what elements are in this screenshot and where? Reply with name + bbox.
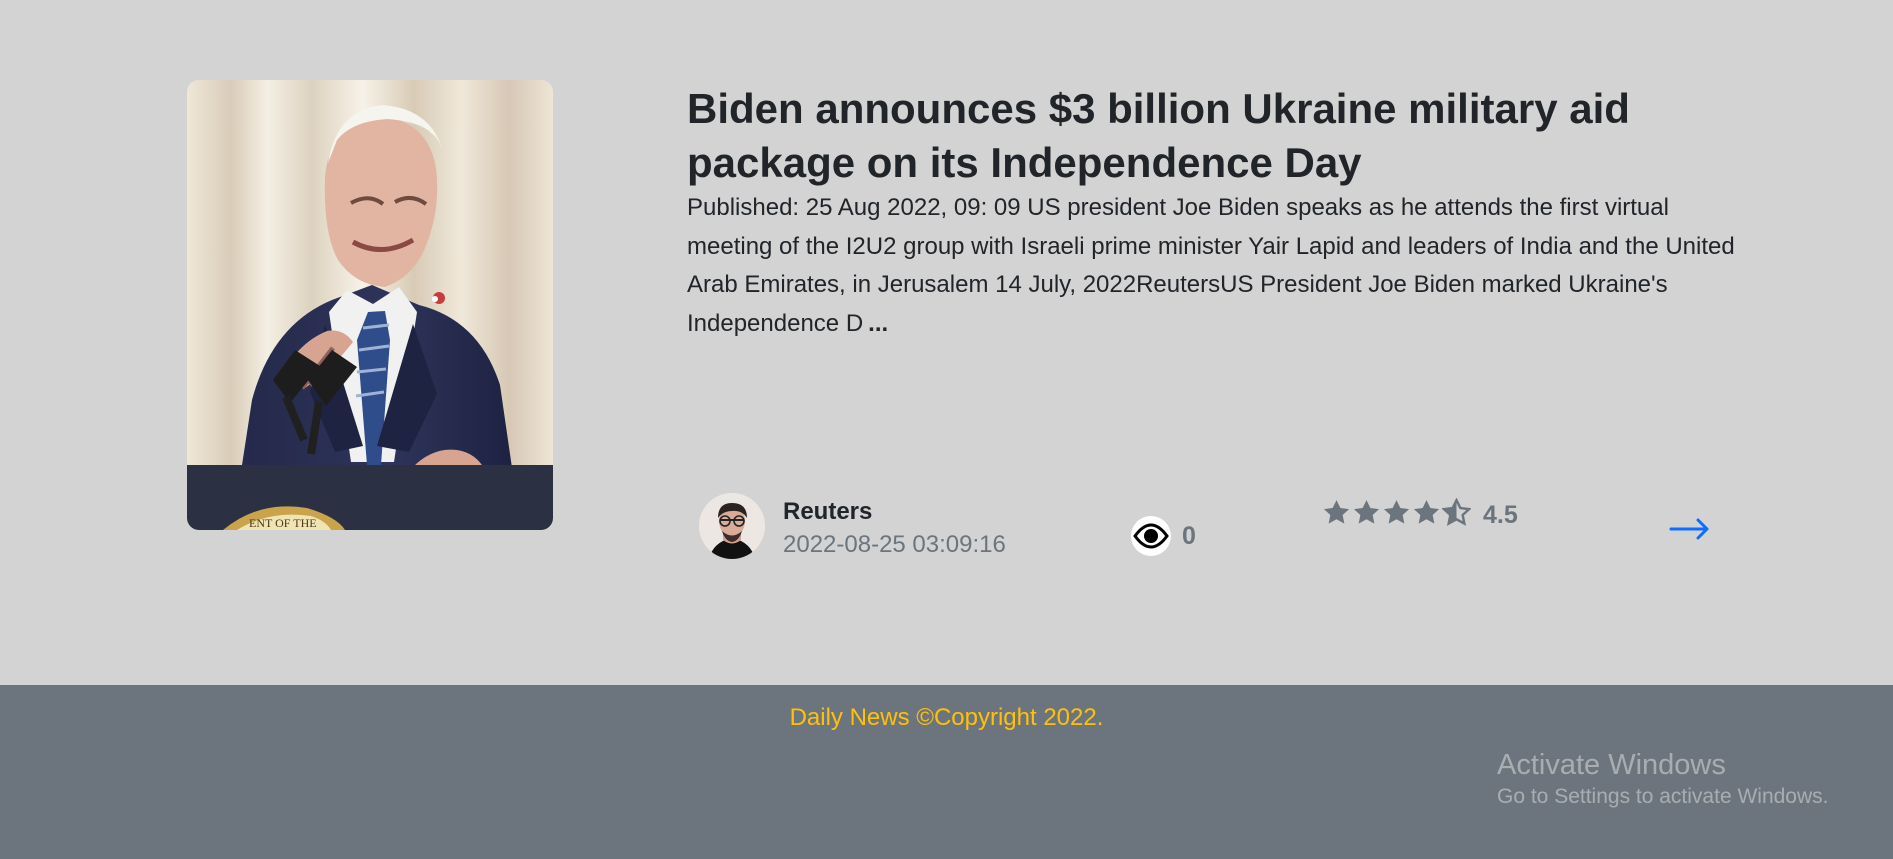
footer: Daily News ©Copyright 2022. Activate Win… [0,685,1893,859]
author-name: Reuters [783,498,873,525]
right-arrow-icon[interactable] [1669,515,1711,543]
filled-star-icon [1413,500,1440,524]
eye-icon [1131,516,1171,556]
article-meta: Reuters 2022-08-25 03:09:16 0 4.5 [687,490,1747,570]
filled-star-icon [1383,500,1410,524]
rating: 4.5 [1322,490,1518,536]
copyright-text: Daily News ©Copyright 2022. [789,704,1104,731]
news-content: ENT OF THE Biden announces $3 billion Uk… [0,0,1893,685]
views-counter: 0 [1130,515,1196,557]
views-count: 0 [1182,522,1196,550]
rating-value: 4.5 [1483,500,1518,529]
svg-text:ENT OF THE: ENT OF THE [249,516,317,530]
author-avatar [699,493,765,559]
read-more-ellipsis[interactable]: ... [868,310,888,337]
speaker-photo-image: ENT OF THE [187,80,553,530]
article-photo: ENT OF THE [187,80,553,530]
published-date: 2022-08-25 03:09:16 [783,531,1006,558]
person-avatar-icon [699,493,765,559]
windows-activation-watermark: Activate Windows Go to Settings to activ… [1497,747,1829,811]
filled-star-icon [1323,500,1350,524]
article-summary-text: Published: 25 Aug 2022, 09: 09 US presid… [687,194,1735,337]
article-title: Biden announces $3 billion Ukraine milit… [687,85,1630,186]
article-summary: Published: 25 Aug 2022, 09: 09 US presid… [687,189,1747,343]
page: ENT OF THE Biden announces $3 billion Uk… [0,0,1893,859]
half-star-icon [1442,498,1471,526]
watermark-title: Activate Windows [1497,749,1726,781]
rating-stars [1322,498,1471,528]
filled-star-icon [1353,500,1380,524]
watermark-subtitle: Go to Settings to activate Windows. [1497,785,1829,808]
